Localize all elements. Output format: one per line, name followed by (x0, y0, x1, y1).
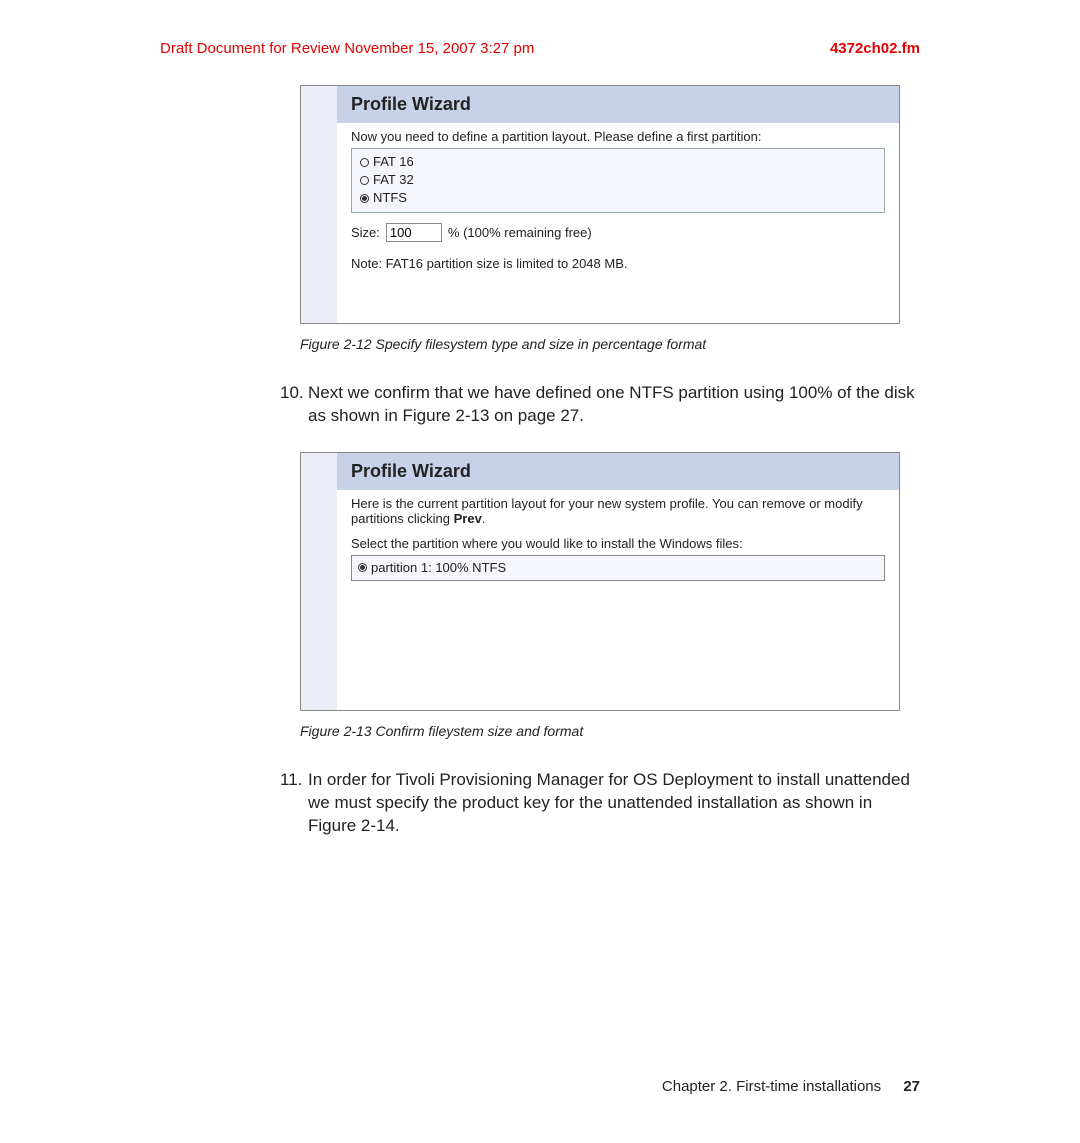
figure-caption-2-13: Figure 2-13 Confirm fileystem size and f… (300, 723, 920, 739)
draft-label: Draft Document for Review November 15, 2… (160, 40, 534, 57)
step-text: In order for Tivoli Provisioning Manager… (308, 769, 920, 838)
figure-caption-2-12: Figure 2-12 Specify filesystem type and … (300, 336, 920, 352)
step-number: 10. (280, 382, 308, 428)
radio-ntfs[interactable]: NTFS (360, 189, 876, 207)
wizard-title: Profile Wizard (337, 453, 899, 490)
desc-text: Here is the current partition layout for… (351, 496, 863, 526)
step-10: 10. Next we confirm that we have defined… (280, 382, 920, 428)
page-number: 27 (903, 1078, 920, 1095)
radio-label: NTFS (373, 189, 407, 207)
desc-text: . (482, 511, 486, 526)
step-11: 11. In order for Tivoli Provisioning Man… (280, 769, 920, 838)
step-number: 11. (280, 769, 308, 838)
filename-label: 4372ch02.fm (830, 40, 920, 57)
step-text: Next we confirm that we have defined one… (308, 382, 920, 428)
radio-label: FAT 32 (373, 171, 414, 189)
wizard-description: Now you need to define a partition layou… (351, 129, 885, 144)
size-label: Size: (351, 225, 380, 240)
wizard-note: Note: FAT16 partition size is limited to… (351, 256, 885, 271)
desc-bold: Prev (454, 511, 482, 526)
partition-radio-group: partition 1: 100% NTFS (351, 555, 885, 581)
radio-label: partition 1: 100% NTFS (371, 559, 506, 577)
wizard-title: Profile Wizard (337, 86, 899, 123)
page-footer: Chapter 2. First-time installations 27 (662, 1078, 920, 1095)
partition-select-label: Select the partition where you would lik… (351, 536, 885, 551)
chapter-label: Chapter 2. First-time installations (662, 1078, 881, 1095)
filesystem-radio-group: FAT 16 FAT 32 NTFS (351, 148, 885, 213)
radio-partition-1[interactable]: partition 1: 100% NTFS (358, 559, 878, 577)
profile-wizard-figure-1: Profile Wizard Now you need to define a … (300, 85, 900, 324)
wizard-sidebar (301, 86, 337, 323)
size-suffix: % (100% remaining free) (448, 225, 592, 240)
radio-fat32[interactable]: FAT 32 (360, 171, 876, 189)
size-row: Size: % (100% remaining free) (351, 223, 885, 242)
radio-fat16[interactable]: FAT 16 (360, 153, 876, 171)
radio-icon (360, 194, 369, 203)
wizard-description: Here is the current partition layout for… (351, 496, 885, 526)
radio-icon (360, 158, 369, 167)
radio-icon (360, 176, 369, 185)
size-input[interactable] (386, 223, 442, 242)
radio-icon (358, 563, 367, 572)
radio-label: FAT 16 (373, 153, 414, 171)
page-header: Draft Document for Review November 15, 2… (160, 40, 920, 57)
wizard-sidebar (301, 453, 337, 710)
profile-wizard-figure-2: Profile Wizard Here is the current parti… (300, 452, 900, 711)
